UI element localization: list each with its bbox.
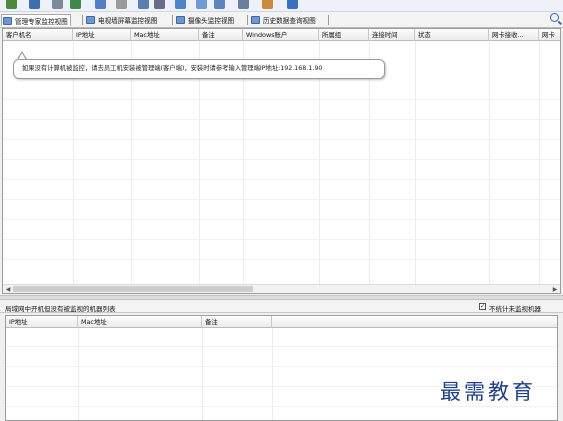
mail-icon[interactable] xyxy=(196,0,207,9)
tab-separator xyxy=(82,15,83,25)
user-icon[interactable] xyxy=(52,0,63,9)
column-header-ip[interactable]: IP地址 xyxy=(6,316,78,328)
exclude-unmonitored-checkbox[interactable]: ✓ xyxy=(479,303,486,310)
row-gridline xyxy=(6,346,557,347)
chart-icon[interactable] xyxy=(95,0,106,9)
tab-camera-view[interactable]: 摄像头监控视图 xyxy=(176,14,234,26)
column-header-note[interactable]: 备注 xyxy=(202,316,272,328)
search-icon[interactable] xyxy=(550,13,559,22)
start-icon[interactable] xyxy=(6,0,17,9)
lock-icon[interactable] xyxy=(116,0,127,9)
monitor-icon[interactable] xyxy=(29,0,40,9)
scrollbar-thumb[interactable] xyxy=(13,286,253,292)
tab-tv-wall-view[interactable]: 电视墙屏幕监控视图 xyxy=(86,14,157,26)
row-gridline xyxy=(3,259,560,260)
row-gridline xyxy=(3,199,560,200)
row-gridline xyxy=(3,139,560,140)
unmonitored-panel-title: 局域网中开机但没有被监视的机器列表 xyxy=(5,305,116,313)
message-icon[interactable] xyxy=(214,0,225,9)
tab-separator xyxy=(172,15,173,25)
row-gridline xyxy=(3,239,560,240)
tab-separator xyxy=(328,15,329,25)
row-gridline xyxy=(3,219,560,220)
person-icon[interactable] xyxy=(238,0,249,9)
watermark: 最需教育 xyxy=(440,380,536,404)
column-header-status[interactable]: 状态 xyxy=(415,29,489,41)
screen-icon[interactable] xyxy=(175,0,186,9)
management-view-icon xyxy=(3,16,12,25)
view-tabs: 管理专家监控视图 电视墙屏幕监控视图 摄像头监控视图 历史数据查询视图 xyxy=(0,12,563,28)
column-gridline xyxy=(489,41,490,284)
column-gridline xyxy=(415,41,416,284)
pane-splitter[interactable] xyxy=(0,295,563,300)
scroll-right-icon[interactable]: ▶ xyxy=(551,286,559,293)
client-list-panel: 客户机名 IP地址 Mac地址 备注 Windows账户 所属组 连接时间 状态… xyxy=(2,28,561,294)
tv-wall-icon xyxy=(86,16,95,24)
row-gridline xyxy=(3,159,560,160)
column-header-mac[interactable]: Mac地址 xyxy=(131,29,199,41)
horizontal-scrollbar[interactable]: ◀ ▶ xyxy=(3,284,560,293)
column-gridline xyxy=(539,41,540,284)
gear-icon[interactable] xyxy=(154,0,165,9)
row-gridline xyxy=(3,119,560,120)
unmonitored-table-header: IP地址 Mac地址 备注 xyxy=(6,316,557,328)
column-header-client-name[interactable]: 客户机名 xyxy=(3,29,73,41)
column-header-nic-receive[interactable]: 网卡接收... xyxy=(489,29,539,41)
column-header-ip[interactable]: IP地址 xyxy=(73,29,131,41)
toolbar xyxy=(0,0,563,12)
flag-icon[interactable] xyxy=(287,0,298,9)
scroll-left-icon[interactable]: ◀ xyxy=(4,286,12,293)
unmonitored-panel-header: 局域网中开机但没有被监视的机器列表 ✓ 不统计未监视机器 xyxy=(0,301,563,313)
row-gridline xyxy=(6,406,557,407)
network-icon[interactable] xyxy=(138,0,149,9)
row-gridline xyxy=(6,366,557,367)
tab-history-view[interactable]: 历史数据查询视图 xyxy=(251,14,316,26)
tab-label: 历史数据查询视图 xyxy=(263,17,316,25)
column-header-note[interactable]: 备注 xyxy=(199,29,243,41)
row-gridline xyxy=(3,179,560,180)
tab-management-view[interactable]: 管理专家监控视图 xyxy=(1,14,71,26)
history-icon xyxy=(251,16,260,24)
tab-label: 电视墙屏幕监控视图 xyxy=(98,17,158,25)
tab-separator xyxy=(247,15,248,25)
client-table-header: 客户机名 IP地址 Mac地址 备注 Windows账户 所属组 连接时间 状态… xyxy=(3,29,560,41)
window-icon[interactable] xyxy=(262,0,273,9)
no-clients-tooltip: 如果没有计算机被监控，请去员工机安装被管理端(客户端)，安装时请参考输入管理端I… xyxy=(13,59,385,79)
column-header-windows-account[interactable]: Windows账户 xyxy=(243,29,319,41)
column-header-group[interactable]: 所属组 xyxy=(319,29,369,41)
tab-label: 摄像头监控视图 xyxy=(188,17,235,25)
column-header-mac[interactable]: Mac地址 xyxy=(78,316,202,328)
column-header-connect-time[interactable]: 连接时间 xyxy=(369,29,415,41)
column-header-nic[interactable]: 网卡 xyxy=(539,29,560,41)
tab-label: 管理专家监控视图 xyxy=(15,17,68,26)
camera-icon xyxy=(176,16,185,24)
refresh-icon[interactable] xyxy=(70,0,81,9)
exclude-unmonitored-label[interactable]: 不统计未监视机器 xyxy=(489,303,541,313)
row-gridline xyxy=(3,99,560,100)
